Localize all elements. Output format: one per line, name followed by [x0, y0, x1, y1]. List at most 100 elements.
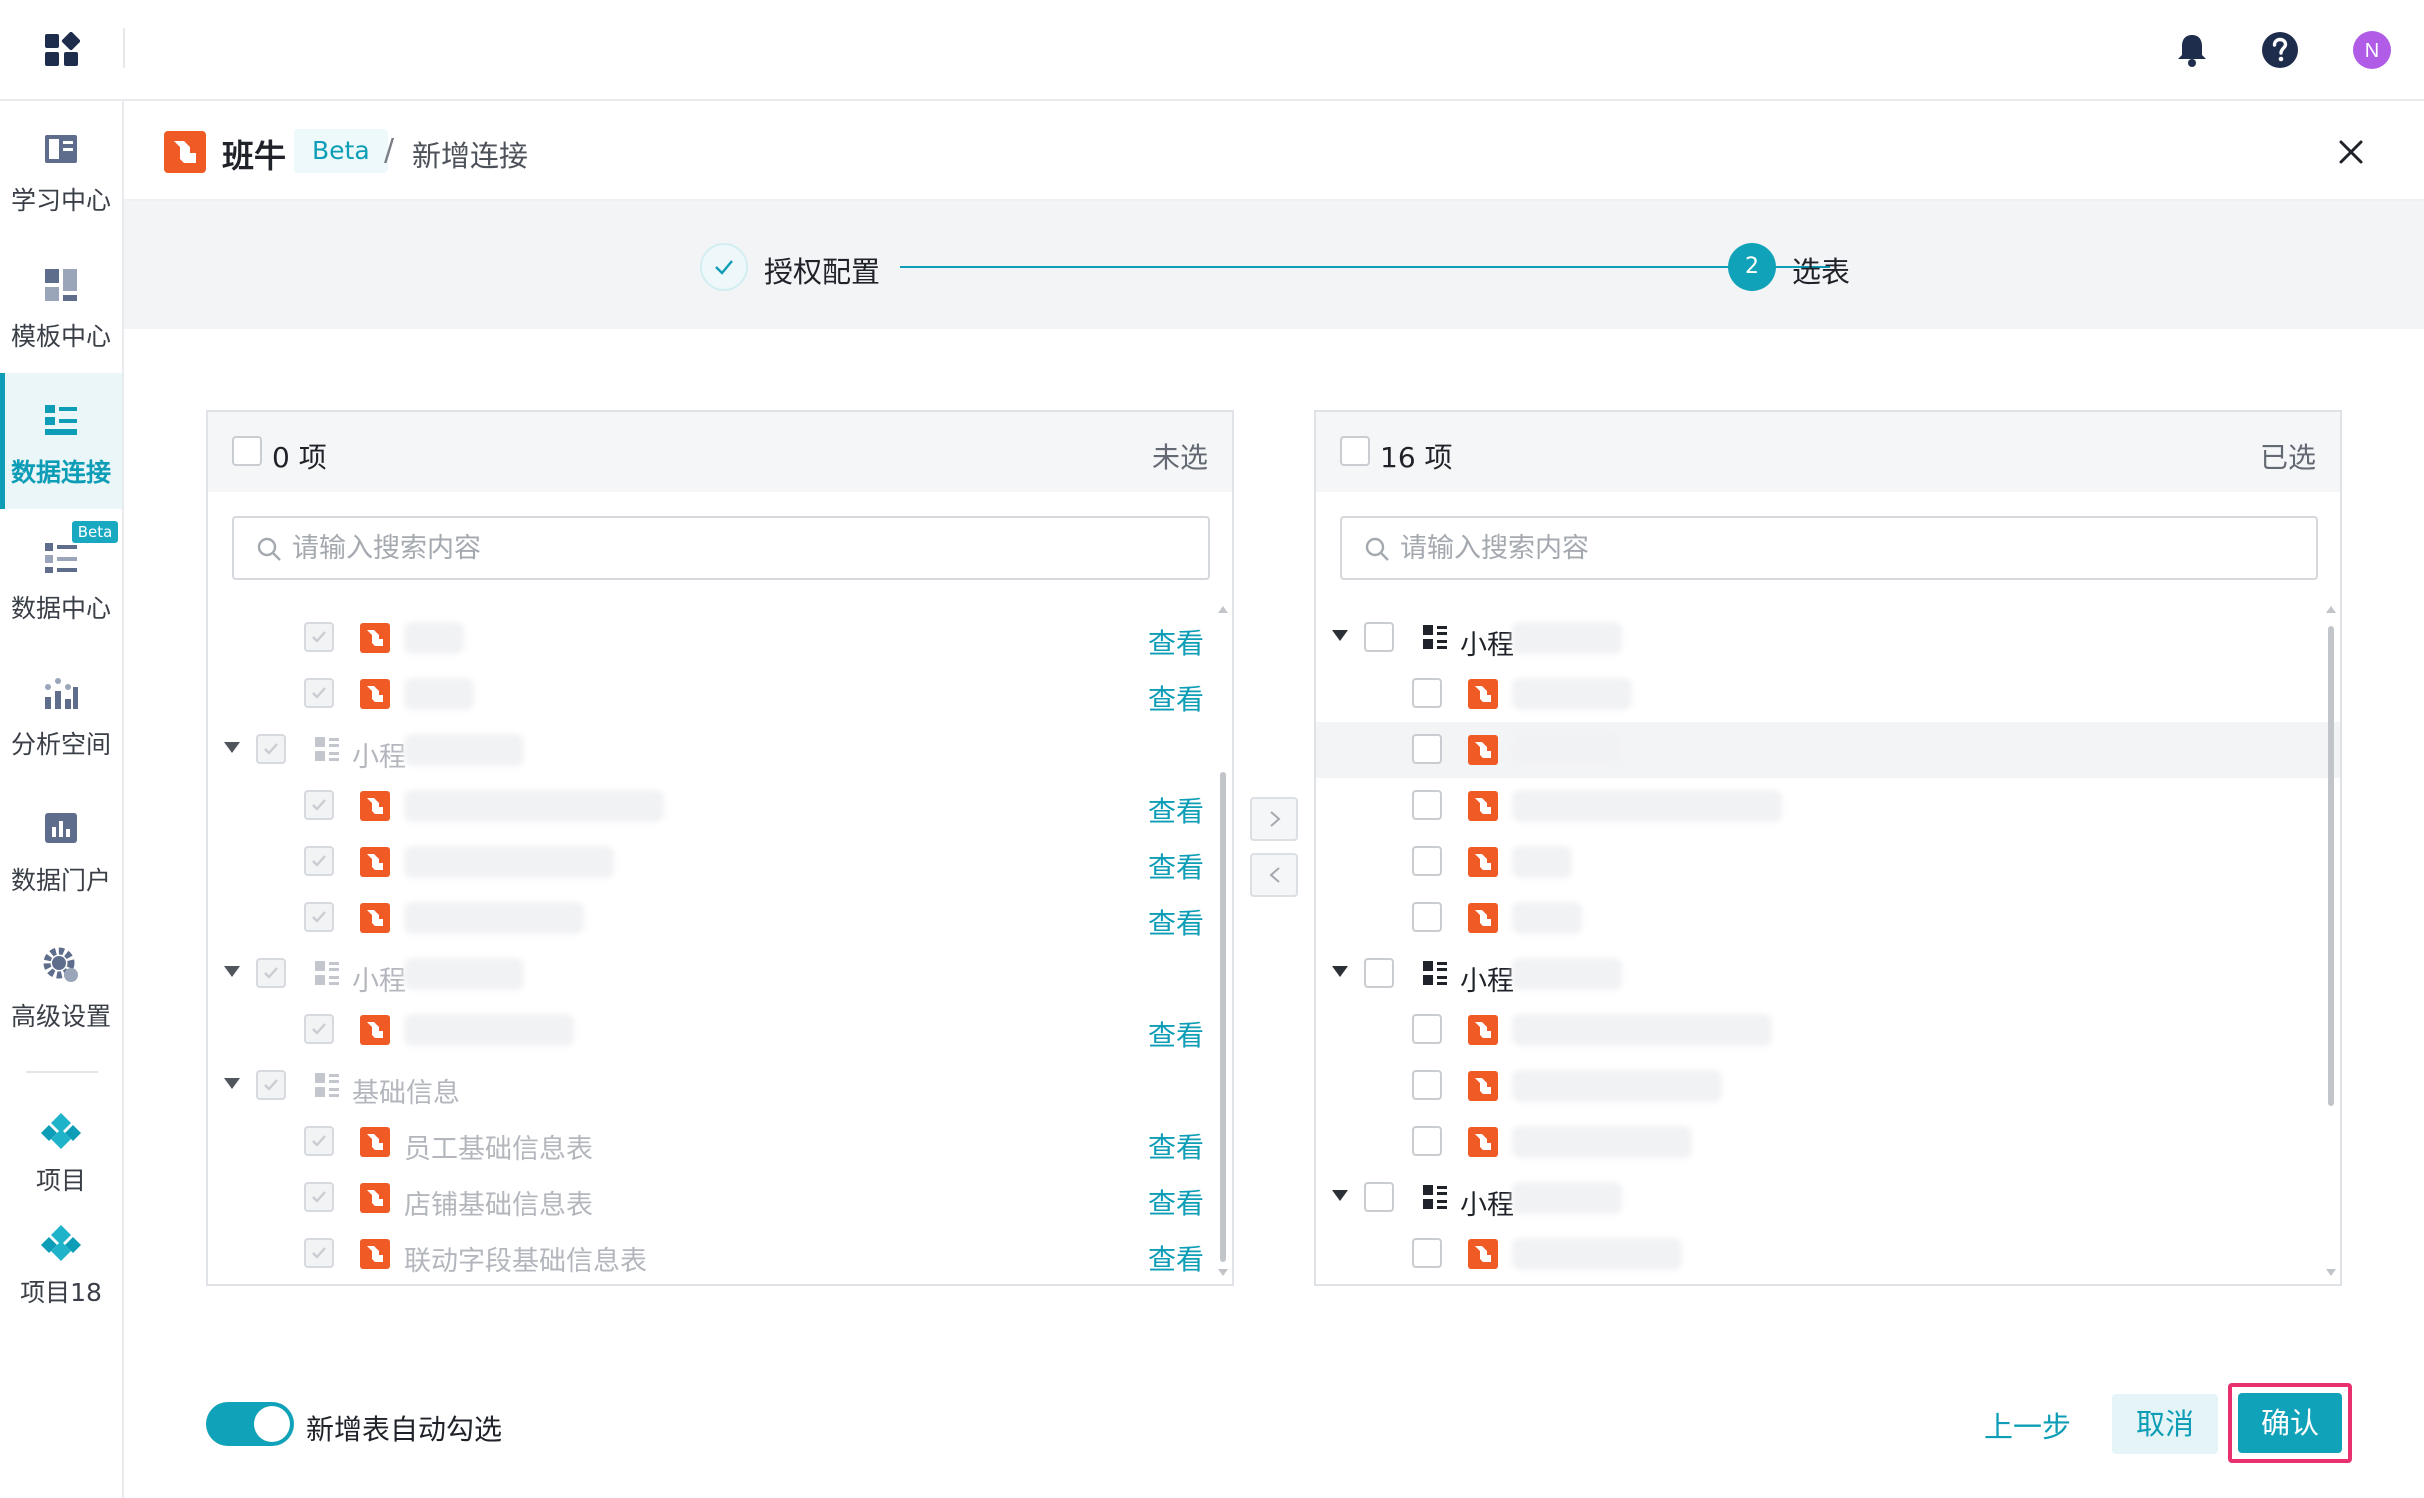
- scroll-up-icon[interactable]: [2326, 606, 2336, 613]
- row-checkbox[interactable]: [1412, 734, 1442, 764]
- group-name: 小程: [352, 742, 406, 773]
- row-checkbox[interactable]: [1412, 1014, 1442, 1044]
- tree-row[interactable]: [1316, 722, 2340, 778]
- caret-down-icon[interactable]: [224, 742, 240, 753]
- app-group-icon: [315, 737, 339, 761]
- sidebar-item-data-connect[interactable]: 数据连接: [0, 373, 122, 509]
- tree-group-row[interactable]: 小程: [1316, 1170, 2340, 1226]
- caret-down-icon[interactable]: [224, 966, 240, 977]
- apps-grid-icon[interactable]: [44, 32, 80, 68]
- group-checkbox[interactable]: [1364, 622, 1394, 652]
- tree-group-row[interactable]: 小程: [208, 722, 1232, 778]
- row-checkbox[interactable]: [304, 622, 334, 652]
- group-checkbox[interactable]: [1364, 1182, 1394, 1212]
- view-link[interactable]: 查看: [1148, 902, 1204, 942]
- select-all-checkbox[interactable]: [1340, 436, 1370, 466]
- cancel-button[interactable]: 取消: [2112, 1394, 2218, 1454]
- tree-row[interactable]: 查看: [208, 834, 1232, 890]
- left-scrollbar[interactable]: [1216, 606, 1230, 1276]
- move-right-button[interactable]: [1250, 797, 1298, 841]
- confirm-button[interactable]: 确认: [2238, 1393, 2342, 1453]
- view-link[interactable]: 查看: [1148, 1126, 1204, 1166]
- tree-row[interactable]: [1316, 834, 2340, 890]
- tree-row[interactable]: [1316, 1114, 2340, 1170]
- row-checkbox[interactable]: [304, 846, 334, 876]
- select-all-checkbox[interactable]: [232, 436, 262, 466]
- tree-row[interactable]: [1316, 778, 2340, 834]
- bell-icon[interactable]: [2172, 30, 2212, 70]
- group-checkbox[interactable]: [256, 1070, 286, 1100]
- avatar[interactable]: N: [2352, 30, 2392, 70]
- row-checkbox[interactable]: [304, 678, 334, 708]
- tree-group-row[interactable]: 小程: [1316, 610, 2340, 666]
- tree-row[interactable]: [1316, 1058, 2340, 1114]
- tree-row[interactable]: 员工基础信息表 查看: [208, 1114, 1232, 1170]
- tree-row[interactable]: 联动字段基础信息表 查看: [208, 1226, 1232, 1282]
- view-link[interactable]: 查看: [1148, 790, 1204, 830]
- sidebar-item-project-18[interactable]: 项目18: [0, 1203, 122, 1315]
- tree-row[interactable]: 查看: [208, 890, 1232, 946]
- previous-step-button[interactable]: 上一步: [1984, 1404, 2071, 1446]
- view-link[interactable]: 查看: [1148, 622, 1204, 662]
- scroll-up-icon[interactable]: [1218, 606, 1228, 613]
- row-checkbox[interactable]: [1412, 902, 1442, 932]
- tree-row[interactable]: 查看: [208, 666, 1232, 722]
- auto-select-toggle[interactable]: [206, 1402, 294, 1446]
- scroll-down-icon[interactable]: [1218, 1269, 1228, 1276]
- caret-down-icon[interactable]: [1332, 1190, 1348, 1201]
- row-checkbox[interactable]: [1412, 846, 1442, 876]
- group-checkbox[interactable]: [1364, 958, 1394, 988]
- sidebar-item-template[interactable]: 模板中心: [0, 237, 122, 373]
- tree-row[interactable]: [1316, 1226, 2340, 1282]
- tree-row[interactable]: 查看: [208, 778, 1232, 834]
- search-input[interactable]: [1400, 528, 2300, 568]
- scroll-down-icon[interactable]: [2326, 1269, 2336, 1276]
- sidebar-item-project[interactable]: 项目: [0, 1091, 122, 1203]
- caret-down-icon[interactable]: [1332, 966, 1348, 977]
- row-checkbox[interactable]: [1412, 790, 1442, 820]
- row-checkbox[interactable]: [1412, 1070, 1442, 1100]
- view-link[interactable]: 查看: [1148, 1014, 1204, 1054]
- tree-row[interactable]: 查看: [208, 610, 1232, 666]
- row-checkbox[interactable]: [1412, 1238, 1442, 1268]
- sidebar-item-analysis[interactable]: 分析空间: [0, 645, 122, 781]
- group-checkbox[interactable]: [256, 734, 286, 764]
- row-checkbox[interactable]: [1412, 1126, 1442, 1156]
- row-checkbox[interactable]: [1412, 678, 1442, 708]
- tree-row[interactable]: 查看: [208, 1002, 1232, 1058]
- sidebar-item-settings[interactable]: 高级设置: [0, 917, 122, 1053]
- breadcrumb-separator: /: [384, 133, 395, 168]
- left-transfer-panel: 0 项 未选 查看 查看 小程 查看 查看: [206, 410, 1234, 1286]
- view-link[interactable]: 查看: [1148, 678, 1204, 718]
- right-scrollbar[interactable]: [2324, 606, 2338, 1276]
- row-checkbox[interactable]: [304, 1238, 334, 1268]
- sidebar-item-data-center[interactable]: Beta 数据中心: [0, 509, 122, 645]
- caret-down-icon[interactable]: [224, 1078, 240, 1089]
- sidebar-item-portal[interactable]: 数据门户: [0, 781, 122, 917]
- check-icon: [264, 1079, 278, 1091]
- move-left-button[interactable]: [1250, 853, 1298, 897]
- tree-row[interactable]: 店铺基础信息表 查看: [208, 1170, 1232, 1226]
- sidebar-item-learning[interactable]: 学习中心: [0, 101, 122, 237]
- tree-group-row[interactable]: 小程: [1316, 946, 2340, 1002]
- view-link[interactable]: 查看: [1148, 846, 1204, 886]
- row-checkbox[interactable]: [304, 902, 334, 932]
- row-checkbox[interactable]: [304, 1126, 334, 1156]
- row-checkbox[interactable]: [304, 790, 334, 820]
- scroll-thumb[interactable]: [2328, 626, 2334, 1106]
- tree-row[interactable]: [1316, 666, 2340, 722]
- scroll-thumb[interactable]: [1220, 772, 1226, 1262]
- close-icon[interactable]: [2334, 135, 2368, 169]
- view-link[interactable]: 查看: [1148, 1238, 1204, 1278]
- view-link[interactable]: 查看: [1148, 1182, 1204, 1222]
- search-input[interactable]: [292, 528, 1192, 568]
- row-checkbox[interactable]: [304, 1014, 334, 1044]
- row-checkbox[interactable]: [304, 1182, 334, 1212]
- tree-row[interactable]: [1316, 1002, 2340, 1058]
- tree-group-row[interactable]: 小程: [208, 946, 1232, 1002]
- tree-group-row[interactable]: 基础信息: [208, 1058, 1232, 1114]
- group-checkbox[interactable]: [256, 958, 286, 988]
- caret-down-icon[interactable]: [1332, 630, 1348, 641]
- tree-row[interactable]: [1316, 890, 2340, 946]
- help-icon[interactable]: [2260, 30, 2300, 70]
